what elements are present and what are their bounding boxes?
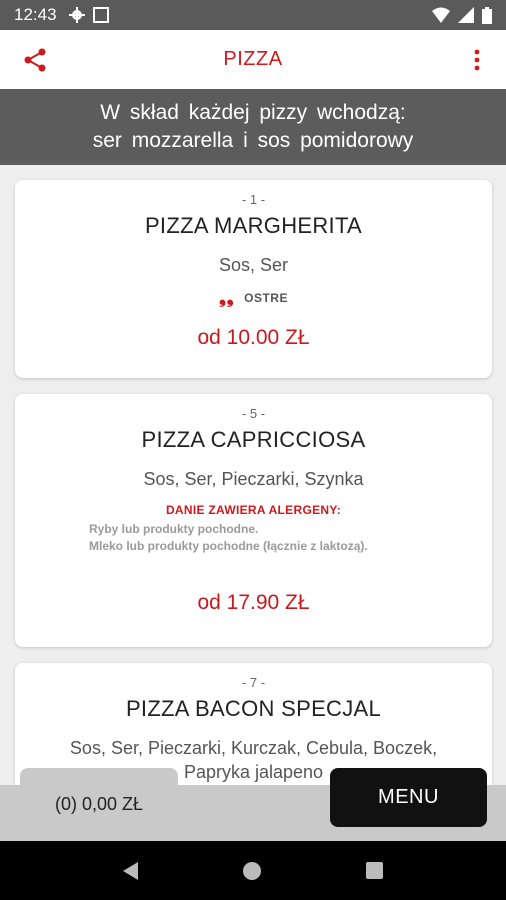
page-title: PIZZA: [223, 48, 283, 70]
status-time: 12:43: [14, 5, 57, 24]
menu-list: - 1 - PIZZA MARGHERITA Sos, Ser ❟❟ OSTRE…: [0, 165, 506, 785]
image-icon: [92, 7, 109, 23]
spicy-indicator: ❟❟ OSTRE: [15, 287, 492, 308]
app-bar: PIZZA: [0, 30, 506, 89]
item-number: - 7 -: [241, 675, 266, 690]
item-name: PIZZA CAPRICCIOSA: [141, 427, 366, 452]
menu-item-card[interactable]: - 1 - PIZZA MARGHERITA Sos, Ser ❟❟ OSTRE…: [15, 180, 492, 378]
allergen-item: Mleko lub produkty pochodne (łącznie z l…: [89, 539, 368, 553]
item-number: - 5 -: [241, 406, 266, 421]
system-nav-bar: [0, 841, 506, 900]
recent-apps-icon[interactable]: [366, 862, 384, 879]
banner-line-1: W skład każdej pizzy wchodzą:: [100, 101, 406, 124]
home-icon[interactable]: [242, 861, 261, 880]
spicy-label: OSTRE: [244, 290, 288, 305]
more-options-icon[interactable]: [464, 47, 490, 73]
item-ingredients: Sos, Ser, Pieczarki, Szynka: [143, 469, 364, 489]
signal-icon: [458, 7, 474, 23]
item-ingredients-line: Sos, Ser, Pieczarki, Kurczak, Cebula, Bo…: [69, 738, 438, 758]
allergen-item: Ryby lub produkty pochodne.: [89, 522, 259, 536]
chili-icon: ❟❟: [219, 287, 235, 307]
menu-item-card[interactable]: - 7 - PIZZA BACON SPECJAL Sos, Ser, Piec…: [15, 663, 492, 785]
settings-icon: [68, 7, 85, 23]
share-icon[interactable]: [22, 47, 48, 73]
cart-summary-button[interactable]: (0) 0,00 ZŁ: [20, 768, 178, 841]
item-number: - 1 -: [241, 192, 266, 207]
wifi-icon: [432, 7, 450, 23]
menu-item-card[interactable]: - 5 - PIZZA CAPRICCIOSA Sos, Ser, Piecza…: [15, 394, 492, 647]
item-name: PIZZA MARGHERITA: [144, 213, 363, 238]
banner-line-2: ser mozzarella i sos pomidorowy: [92, 129, 414, 152]
info-banner: W skład każdej pizzy wchodzą: ser mozzar…: [0, 89, 506, 165]
status-bar: 12:43: [0, 0, 506, 30]
battery-icon: [482, 6, 492, 24]
item-price: od 17.90 ZŁ: [197, 591, 310, 614]
item-ingredients: Sos, Ser: [218, 255, 289, 275]
item-name: PIZZA BACON SPECJAL: [125, 696, 382, 721]
item-price: od 10.00 ZŁ: [197, 326, 310, 349]
menu-button[interactable]: MENU: [330, 768, 487, 827]
back-icon[interactable]: [122, 861, 138, 880]
allergen-title: DANIE ZAWIERA ALERGENY:: [165, 503, 342, 517]
